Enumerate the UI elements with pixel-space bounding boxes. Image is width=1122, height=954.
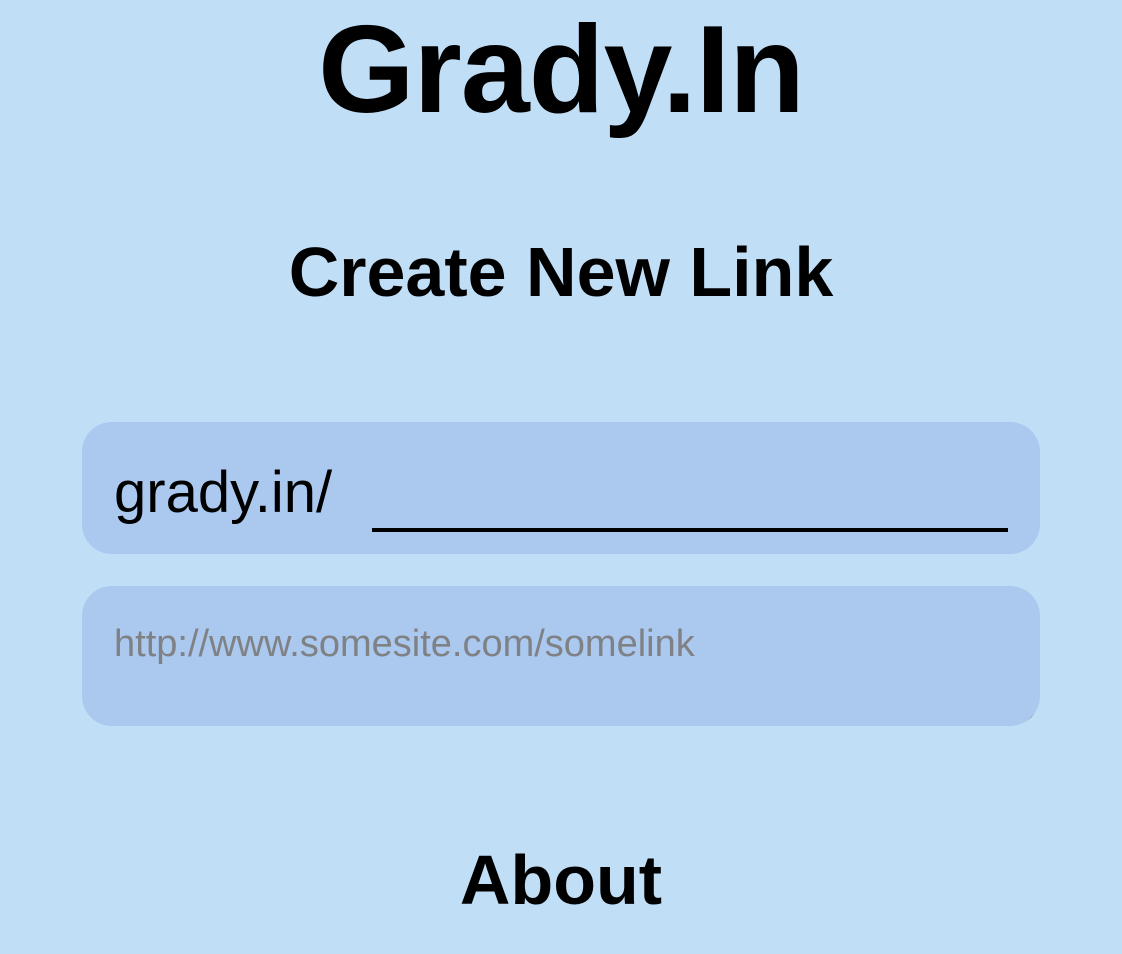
create-new-link-heading: Create New Link	[288, 233, 834, 311]
slug-prefix-label: grady.in/	[114, 460, 333, 525]
url-field-container	[82, 586, 1040, 726]
slug-field-container: grady.in/	[82, 422, 1040, 554]
resize-handle-icon[interactable]	[1023, 710, 1037, 724]
site-title: Grady.In	[318, 1, 805, 139]
about-link[interactable]: About	[0, 838, 1122, 922]
destination-url-textarea[interactable]	[82, 586, 1040, 726]
slug-input[interactable]	[372, 462, 1008, 532]
